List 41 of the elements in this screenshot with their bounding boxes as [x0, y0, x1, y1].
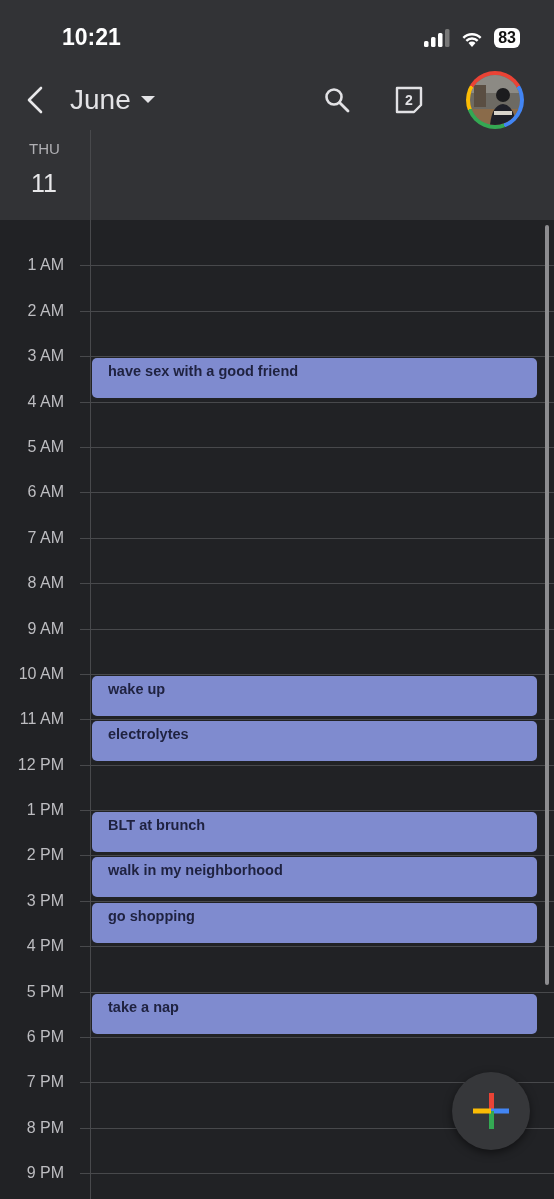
hour-label: 4 PM [25, 936, 65, 957]
hour-label: 8 PM [25, 1117, 65, 1138]
battery-indicator: 83 [494, 27, 520, 48]
hour-label: 9 AM [26, 618, 65, 639]
hour-label: 4 AM [26, 391, 65, 412]
hour-label: 1 PM [25, 800, 65, 821]
event-block[interactable]: take a nap [92, 993, 537, 1034]
hour-label: 6 PM [25, 1027, 65, 1048]
hour-label: 1 AM [26, 255, 65, 276]
hour-label: 9 PM [25, 1163, 65, 1184]
status-time: 10:21 [62, 24, 122, 51]
month-dropdown[interactable]: June [70, 84, 155, 116]
event-block[interactable]: BLT at brunch [92, 812, 537, 853]
hour-label: 2 PM [25, 845, 65, 866]
event-block[interactable]: go shopping [92, 902, 537, 943]
event-block[interactable]: have sex with a good friend [92, 358, 537, 399]
scrollbar[interactable] [545, 225, 549, 985]
hour-label: 5 PM [25, 981, 65, 1002]
hour-label: 11 AM [18, 709, 65, 730]
hour-label: 3 PM [25, 890, 65, 911]
hour-label: 3 AM [26, 346, 65, 367]
hour-label: 5 AM [26, 436, 65, 457]
event-block[interactable]: walk in my neighborhood [92, 857, 537, 898]
tasks-button[interactable]: 2 [394, 85, 424, 115]
back-icon[interactable] [26, 86, 44, 114]
search-icon[interactable] [324, 87, 350, 113]
hour-label: 12 PM [16, 754, 65, 775]
hour-label: 10 AM [17, 663, 65, 684]
event-block[interactable]: wake up [92, 675, 537, 716]
event-block[interactable]: electrolytes [92, 721, 537, 762]
caret-icon [140, 96, 155, 104]
weekday-label: THU [29, 140, 60, 157]
account-avatar[interactable] [466, 71, 524, 129]
plus-icon [473, 1093, 509, 1129]
hour-label: 2 AM [26, 300, 65, 321]
date-number: 11 [31, 169, 57, 198]
signal-icon [424, 28, 451, 47]
hour-label: 7 PM [25, 1072, 65, 1093]
hour-label: 6 AM [26, 482, 65, 503]
hour-label: 7 AM [26, 527, 65, 548]
hour-label: 8 AM [26, 573, 65, 594]
